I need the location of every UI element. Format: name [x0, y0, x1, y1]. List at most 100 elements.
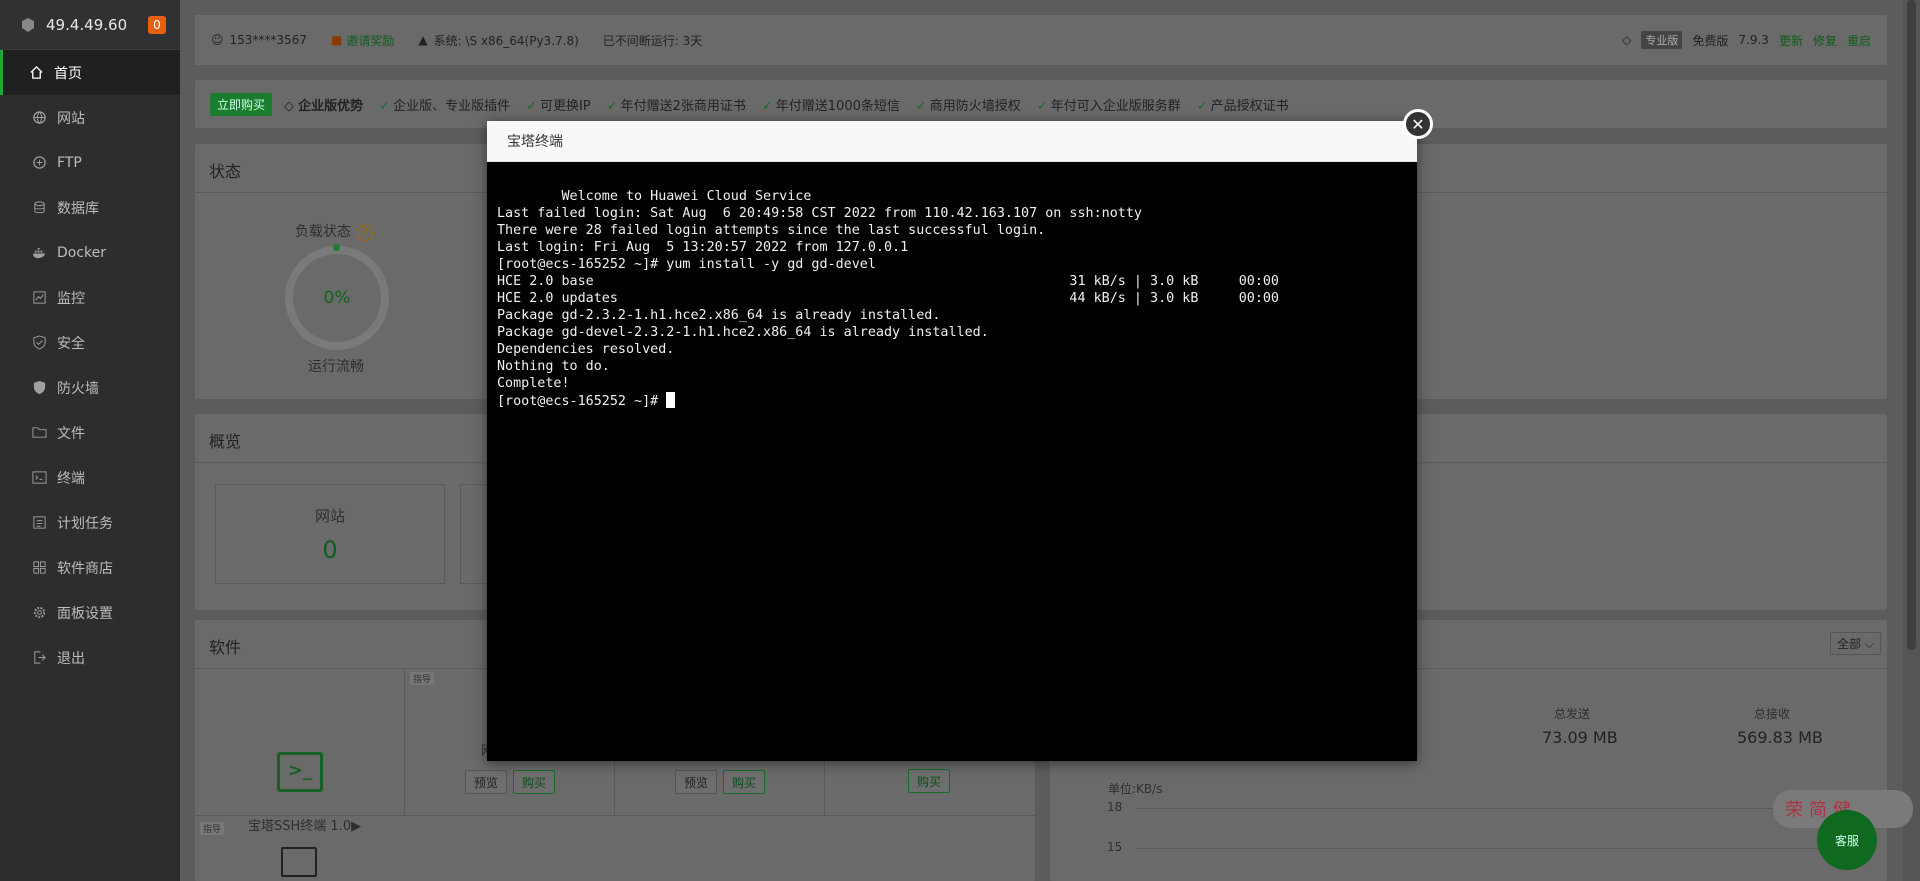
- sidebar-item-store[interactable]: 软件商店: [0, 545, 180, 590]
- pro-tag[interactable]: 专业版: [1641, 31, 1683, 49]
- load-label-text: 负载状态: [295, 224, 351, 240]
- enterprise-title: ◇ 企业版优势: [284, 95, 363, 114]
- server-icon: [22, 17, 34, 32]
- sidebar-item-label: 监控: [57, 290, 85, 307]
- invite-label: 邀请奖励: [346, 33, 395, 48]
- customer-service-button[interactable]: 客服: [1817, 810, 1877, 870]
- chart-unit: 单位:KB/s: [1108, 782, 1163, 796]
- load-gauge[interactable]: 0%: [285, 246, 389, 350]
- scrollbar[interactable]: [1903, 0, 1920, 881]
- grid-line: [1136, 848, 1856, 849]
- gift-icon: ■: [330, 33, 343, 47]
- total-sent-value: 73.09 MB: [1542, 728, 1618, 747]
- software-row: [195, 815, 1035, 881]
- sidebar-item-label: 网站: [57, 110, 85, 127]
- buy-now-button[interactable]: 立即购买: [210, 92, 273, 116]
- site-count-box[interactable]: 网站 0: [215, 484, 445, 584]
- sidebar-item-label: 安全: [57, 335, 85, 352]
- sidebar: 49.4.49.60 0 首页 网站 FTP 数据库 Docker 监控 安全 …: [0, 0, 180, 881]
- promo-item-text: 可更换IP: [540, 98, 591, 114]
- promo-item: ✓ 年付赠送2张商用证书: [607, 95, 746, 114]
- pin-tag: 指导: [200, 822, 225, 835]
- status-title: 状态: [209, 162, 242, 181]
- notification-badge[interactable]: 0: [148, 15, 166, 34]
- terminal-cursor: [666, 392, 676, 408]
- promo-item-text: 年付赠送2张商用证书: [620, 98, 746, 114]
- buy-button[interactable]: 购买: [513, 770, 556, 794]
- folder-icon: [31, 425, 47, 441]
- sidebar-item-label: 退出: [57, 650, 85, 667]
- preview-button[interactable]: 预览: [675, 770, 718, 794]
- terminal-lock-icon: [281, 847, 317, 877]
- system-info: ▲ 系统: \S x86_64(Py3.7.8): [418, 32, 578, 49]
- site-label: 网站: [314, 507, 345, 525]
- sidebar-item-website[interactable]: 网站: [0, 95, 180, 140]
- restart-link[interactable]: 重启: [1847, 32, 1871, 49]
- promo-item-text: 年付可入企业版服务群: [1050, 98, 1181, 114]
- terminal-icon: [31, 470, 47, 486]
- terminal-output[interactable]: Welcome to Huawei Cloud Service Last fail…: [487, 162, 1417, 436]
- edition-label: 免费版: [1692, 33, 1729, 48]
- shield-icon: [31, 380, 47, 396]
- sidebar-item-docker[interactable]: Docker: [0, 230, 180, 275]
- y-tick: 18: [1107, 800, 1123, 814]
- sidebar-item-monitor[interactable]: 监控: [0, 275, 180, 320]
- sidebar-header: 49.4.49.60 0: [0, 0, 180, 50]
- promo-item-text: 产品授权证书: [1210, 98, 1289, 114]
- sidebar-item-firewall[interactable]: 防火墙: [0, 365, 180, 410]
- sidebar-item-cron[interactable]: 计划任务: [0, 500, 180, 545]
- globe-icon: [31, 110, 47, 126]
- close-icon[interactable]: ✕: [1403, 109, 1433, 139]
- check-icon: ✓: [761, 98, 773, 114]
- sidebar-item-security[interactable]: 安全: [0, 320, 180, 365]
- sidebar-item-home[interactable]: 首页: [0, 50, 180, 95]
- server-ip: 49.4.49.60: [46, 15, 128, 34]
- uptime: 已不间断运行: 3天: [602, 33, 703, 48]
- terminal-line: Welcome to Huawei Cloud Service: [497, 189, 812, 204]
- preview-button[interactable]: 预览: [465, 770, 508, 794]
- enterprise-title-text: 企业版优势: [298, 98, 364, 114]
- scrollbar-thumb[interactable]: [1907, 0, 1916, 650]
- sidebar-item-label: 计划任务: [57, 515, 113, 532]
- check-icon: ✓: [1196, 98, 1208, 114]
- modal-header: 宝塔终端: [487, 121, 1417, 162]
- sidebar-item-database[interactable]: 数据库: [0, 185, 180, 230]
- software-slot[interactable]: 宝塔SSH终端 1.0▶: [195, 670, 405, 834]
- terminal-prompt-line[interactable]: [root@ecs-165252 ~]#: [497, 392, 1407, 410]
- terminal-prompt: [root@ecs-165252 ~]#: [497, 394, 667, 409]
- terminal-modal: 宝塔终端 ✕ Welcome to Huawei Cloud Service La…: [487, 109, 1433, 761]
- repair-link[interactable]: 修复: [1813, 32, 1837, 49]
- check-icon: ✓: [606, 98, 618, 114]
- network-filter-select[interactable]: 全部 ⌵: [1830, 632, 1881, 655]
- apps-icon: [31, 560, 47, 576]
- buy-button[interactable]: 购买: [908, 769, 951, 793]
- terminal-line: Dependencies resolved.: [497, 342, 675, 357]
- home-icon: [28, 65, 44, 81]
- buy-button[interactable]: 购买: [723, 770, 766, 794]
- terminal-line: There were 28 failed login attempts sinc…: [497, 223, 1046, 238]
- sidebar-item-terminal[interactable]: 终端: [0, 455, 180, 500]
- site-count[interactable]: 0: [216, 536, 444, 564]
- sidebar-item-logout[interactable]: 退出: [0, 635, 180, 680]
- invite-link[interactable]: ■ 邀请奖励: [331, 32, 394, 49]
- sidebar-item-files[interactable]: 文件: [0, 410, 180, 455]
- sidebar-menu: 首页 网站 FTP 数据库 Docker 监控 安全 防火墙 文件 终端 计划任…: [0, 50, 180, 680]
- gauge-indicator: [333, 244, 340, 251]
- total-recv-label: 总接收: [1754, 707, 1791, 721]
- linux-icon: ▲: [418, 33, 428, 47]
- database-icon: [31, 200, 47, 216]
- terminal-line: Package gd-2.3.2-1.h1.hce2.x86_64 is alr…: [497, 308, 941, 323]
- system-label: 系统: \S x86_64(Py3.7.8): [433, 33, 579, 48]
- help-icon[interactable]: ?: [357, 225, 373, 241]
- sidebar-item-ftp[interactable]: FTP: [0, 140, 180, 185]
- terminal-line: Complete!: [497, 376, 570, 391]
- promo-item: ✓ 可更换IP: [526, 95, 591, 114]
- update-link[interactable]: 更新: [1779, 32, 1803, 49]
- sidebar-item-label: 数据库: [57, 200, 99, 217]
- shield-check-icon: [31, 335, 47, 351]
- terminal-line: Package gd-devel-2.3.2-1.h1.hce2.x86_64 …: [497, 325, 989, 340]
- sidebar-item-settings[interactable]: 面板设置: [0, 590, 180, 635]
- user-info[interactable]: ☺ 153****3567: [211, 33, 307, 47]
- terminal-line: [root@ecs-165252 ~]# yum install -y gd g…: [497, 257, 876, 272]
- promo-item: ✓ 商用防火墙授权: [916, 95, 1021, 114]
